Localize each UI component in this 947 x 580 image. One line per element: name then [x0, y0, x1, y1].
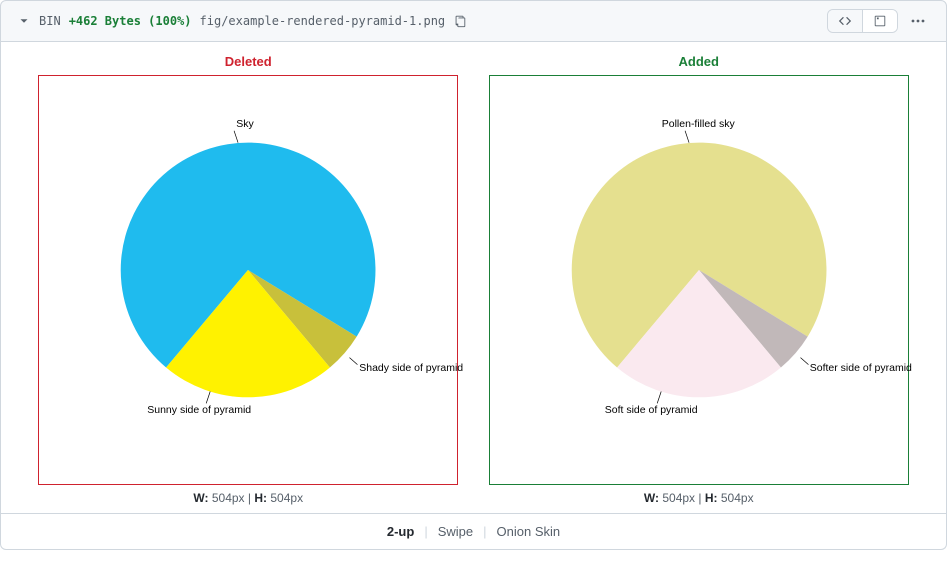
rendered-diff-button[interactable] [862, 10, 897, 32]
deleted-pie-chart [39, 76, 457, 484]
compare-area: Deleted Sky Shady side of pyramid Sunny … [1, 42, 946, 513]
bin-label: BIN [39, 14, 61, 28]
file-path: fig/example-rendered-pyramid-1.png [200, 14, 446, 28]
file-header: BIN +462 Bytes (100%) fig/example-render… [0, 0, 947, 42]
tab-onion-skin[interactable]: Onion Skin [487, 524, 571, 539]
pie-label-sky: Sky [236, 118, 254, 130]
pie-label-sunny: Soft side of pyramid [605, 404, 698, 416]
added-pie-chart [490, 76, 908, 484]
tab-2up[interactable]: 2-up [377, 524, 424, 539]
added-image-frame[interactable]: Pollen-filled sky Softer side of pyramid… [489, 75, 909, 485]
diff-stat: +462 Bytes (100%) [69, 14, 192, 28]
added-dimensions: W: 504px | H: 504px [644, 491, 754, 505]
tab-swipe[interactable]: Swipe [428, 524, 483, 539]
added-title: Added [679, 54, 719, 69]
deleted-image-frame[interactable]: Sky Shady side of pyramid Sunny side of … [38, 75, 458, 485]
source-diff-button[interactable] [828, 10, 862, 32]
diff-body: Deleted Sky Shady side of pyramid Sunny … [0, 42, 947, 550]
pie-label-sky: Pollen-filled sky [662, 118, 735, 130]
pie-label-shady: Softer side of pyramid [810, 362, 912, 374]
deleted-dimensions: W: 504px | H: 504px [193, 491, 303, 505]
pie-label-shady: Shady side of pyramid [359, 362, 463, 374]
deleted-title: Deleted [225, 54, 272, 69]
view-mode-tabs: 2-up|Swipe|Onion Skin [1, 513, 946, 549]
kebab-menu-icon[interactable] [906, 9, 930, 33]
copy-icon[interactable] [453, 14, 467, 28]
added-column: Added Pollen-filled sky Softer side of p… [480, 54, 919, 505]
chevron-down-icon[interactable] [17, 14, 31, 28]
pie-label-sunny: Sunny side of pyramid [147, 404, 251, 416]
header-actions [827, 9, 930, 33]
diff-view-toggle [827, 9, 898, 33]
deleted-column: Deleted Sky Shady side of pyramid Sunny … [29, 54, 468, 505]
